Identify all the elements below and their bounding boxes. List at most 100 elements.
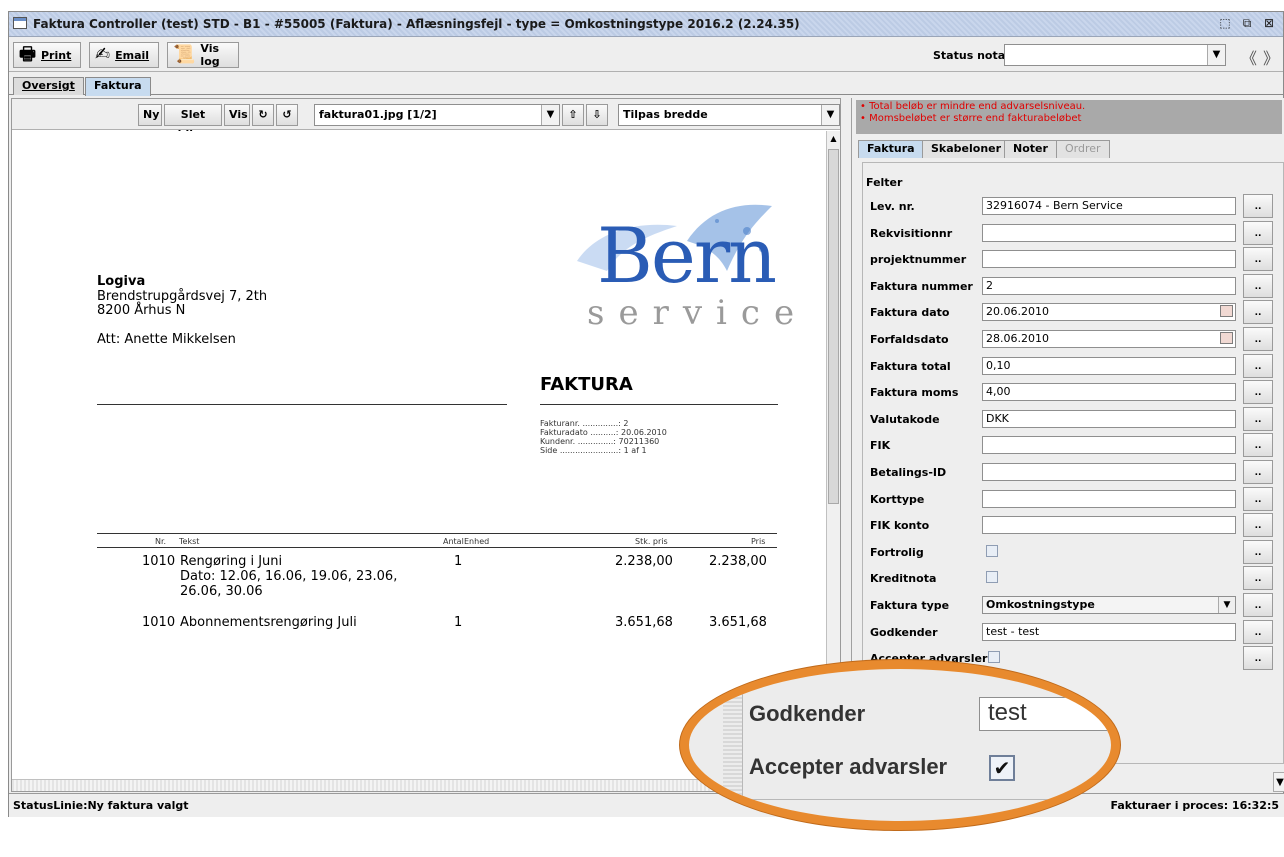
chevron-down-icon[interactable]: ▼ [1207,45,1225,65]
fortrolig-lookup-button[interactable]: .. [1243,540,1273,564]
projektnummer-input[interactable] [982,250,1236,268]
row-2-text: Abonnementsrengøring Juli [180,615,357,630]
faktura-type-select[interactable]: Omkostningstype ▼ [982,596,1236,614]
scrollbar-thumb[interactable] [828,149,839,504]
sender-name: Logiva [97,274,146,289]
faktura-dato-lookup-button[interactable]: .. [1243,300,1273,324]
col-stk-header: Stk. pris [635,537,668,546]
valutakode-lookup-button[interactable]: .. [1243,407,1273,431]
forfaldsdato-input[interactable]: 28.06.2010 [982,330,1236,348]
email-label: Email [115,48,150,62]
projektnummer-lookup-button[interactable]: .. [1243,247,1273,271]
forfaldsdato-lookup-button[interactable]: .. [1243,327,1273,351]
rotate-right-icon[interactable]: ↻ [252,104,274,126]
faktura-total-input[interactable]: 0,10 [982,357,1236,375]
attention-line: Att: Anette Mikkelsen [97,332,236,347]
col-enhed-header: Enhed [464,537,490,546]
field-label: Forfaldsdato [870,333,949,346]
tab-faktura[interactable]: Faktura [85,77,151,96]
page-down-icon[interactable]: ⇩ [586,104,608,126]
tab-oversigt[interactable]: Oversigt [13,77,84,95]
callout-godkender-label: Godkender [749,701,866,726]
fik-input[interactable] [982,436,1236,454]
vislog-button[interactable]: 📜 Vis log [167,42,239,68]
print-button[interactable]: 🖶 Print [13,42,81,68]
delete-attachment-button[interactable]: Slet bilag [164,104,222,141]
log-icon: 📜 [173,44,196,65]
field-row-fik-konto: FIK konto.. [870,513,1280,537]
status-notat-select[interactable]: ▼ [1004,44,1226,66]
previous-icon[interactable]: 《 [1241,45,1257,69]
callout-accepter-label: Accepter advarsler [749,754,948,779]
tab-faktura-fields[interactable]: Faktura [858,140,924,158]
zoom-select-value: Tilpas bredde [623,108,708,121]
field-label: FIK [870,439,891,452]
chevron-down-icon: ▼ [1218,597,1235,613]
godkender-lookup-button[interactable]: .. [1243,620,1273,644]
lev-nr-lookup-button[interactable]: .. [1243,194,1273,218]
close-icon[interactable]: ⊠ [1261,15,1277,31]
calendar-icon[interactable] [1220,332,1233,344]
field-row-fortrolig: Fortrolig.. [870,540,1280,564]
next-icon[interactable]: 》 [1263,45,1279,69]
accepter-advarsler-checkbox[interactable] [988,651,1000,663]
faktura-nummer-lookup-button[interactable]: .. [1243,274,1273,298]
logo-sub: service [587,293,809,333]
minimize-icon[interactable]: ⬚ [1217,15,1233,31]
rekvisitionnr-lookup-button[interactable]: .. [1243,221,1273,245]
chevron-down-icon[interactable]: ▼ [1273,772,1284,792]
warning-box: • Total beløb er mindre end advarselsniv… [856,100,1282,134]
file-select[interactable]: faktura01.jpg [1/2] ▼ [314,104,560,126]
accepter-advarsler-lookup-button[interactable]: .. [1243,646,1273,670]
korttype-input[interactable] [982,490,1236,508]
betalings-id-lookup-button[interactable]: .. [1243,460,1273,484]
faktura-moms-lookup-button[interactable]: .. [1243,380,1273,404]
korttype-lookup-button[interactable]: .. [1243,487,1273,511]
callout-accepter-checkbox[interactable]: ✔ [989,755,1015,781]
meta-customer-no: Kundenr. ..............: 70211360 [540,437,660,446]
email-button[interactable]: ✍ Email [89,42,159,68]
new-button[interactable]: Ny [138,104,162,126]
fik-konto-input[interactable] [982,516,1236,534]
view-button[interactable]: Vis [224,104,250,126]
warning-total: • Total beløb er mindre end advarselsniv… [860,101,1086,112]
field-row-fik: FIK.. [870,433,1280,457]
kreditnota-checkbox[interactable] [986,571,998,583]
printer-icon: 🖶 [19,44,36,65]
fik-lookup-button[interactable]: .. [1243,433,1273,457]
faktura-dato-value: 20.06.2010 [986,305,1049,318]
col-text-header: Tekst [179,537,200,546]
fik-konto-lookup-button[interactable]: .. [1243,513,1273,537]
faktura-nummer-input[interactable]: 2 [982,277,1236,295]
row-2-antal: 1 [454,615,463,630]
faktura-total-lookup-button[interactable]: .. [1243,354,1273,378]
col-antal-header: Antal [443,537,464,546]
col-pris-header: Pris [751,537,766,546]
faktura-moms-input[interactable]: 4,00 [982,383,1236,401]
field-label: Fortrolig [870,546,924,559]
viewer-toolbar: Ny Slet bilag Vis ↻ ↺ faktura01.jpg [1/2… [12,99,840,141]
rekvisitionnr-input[interactable] [982,224,1236,242]
valutakode-input[interactable]: DKK [982,410,1236,428]
field-label: Rekvisitionnr [870,227,953,240]
main-tabs: Oversigt Faktura [9,73,1283,96]
field-label: Kreditnota [870,572,937,585]
scroll-up-icon[interactable]: ▲ [827,131,840,147]
kreditnota-lookup-button[interactable]: .. [1243,566,1273,590]
lev-nr-input[interactable]: 32916074 - Bern Service [982,197,1236,215]
page-up-icon[interactable]: ⇧ [562,104,584,126]
fortrolig-checkbox[interactable] [986,545,998,557]
felter-legend: Felter [864,176,905,189]
godkender-input[interactable]: test - test [982,623,1236,641]
zoom-select[interactable]: Tilpas bredde ▼ [618,104,840,126]
betalings-id-input[interactable] [982,463,1236,481]
tab-noter[interactable]: Noter [1004,140,1057,158]
field-label: Faktura total [870,360,951,373]
faktura-type-lookup-button[interactable]: .. [1243,593,1273,617]
calendar-icon[interactable] [1220,305,1233,317]
restore-icon[interactable]: ⧉ [1239,15,1255,31]
faktura-dato-input[interactable]: 20.06.2010 [982,303,1236,321]
rotate-left-icon[interactable]: ↺ [276,104,298,126]
tab-skabeloner[interactable]: Skabeloner [922,140,1011,158]
field-row-rekvisitionnr: Rekvisitionnr.. [870,221,1280,245]
